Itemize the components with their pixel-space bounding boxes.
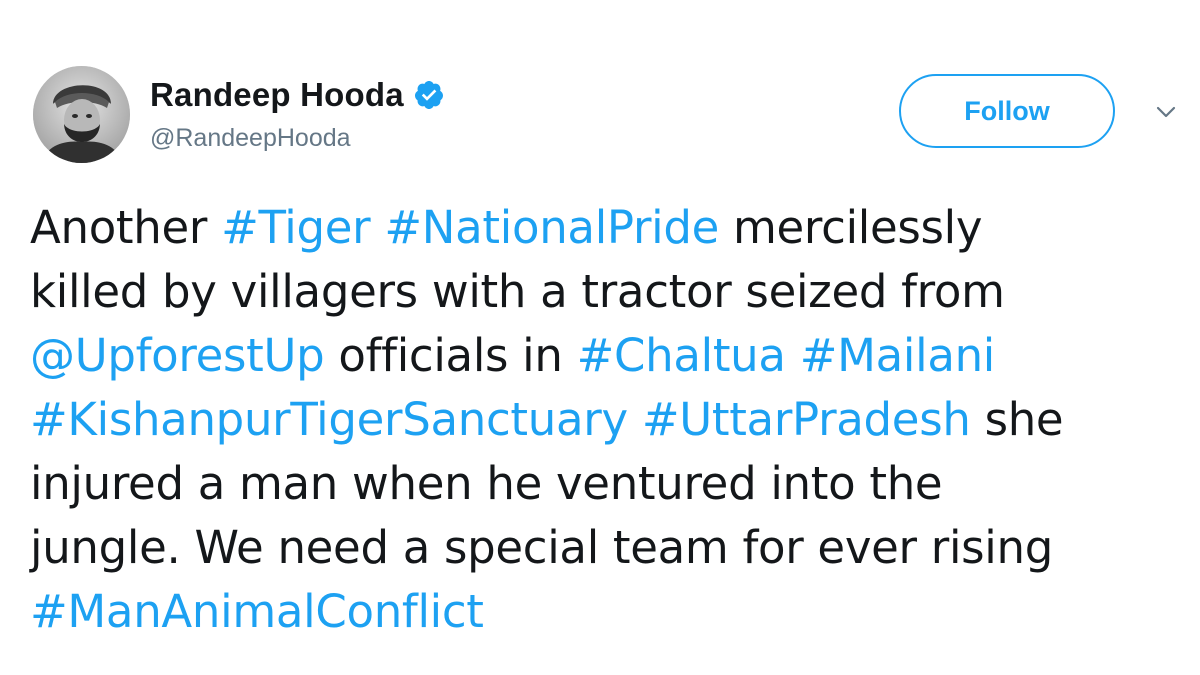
tweet-header: Randeep Hooda @RandeepHooda Follow — [30, 66, 1190, 166]
hashtag-link[interactable]: #Tiger — [221, 201, 371, 254]
tweet-text-segment: mercilessly — [719, 201, 983, 254]
tweet-text-segment: officials in — [324, 329, 577, 382]
tweet-text-segment — [786, 329, 800, 382]
tweet-text-segment — [370, 201, 384, 254]
follow-button[interactable]: Follow — [899, 74, 1115, 148]
hashtag-link[interactable]: #UttarPradesh — [642, 393, 971, 446]
avatar[interactable] — [33, 66, 130, 163]
tweet-text-segment: she — [970, 393, 1064, 446]
tweet-line: @UpforestUp officials in #Chaltua #Maila… — [30, 324, 1180, 388]
tweet-line: injured a man when he ventured into the — [30, 452, 1180, 516]
tweet-line: jungle. We need a special team for ever … — [30, 516, 1180, 580]
hashtag-link[interactable]: #Mailani — [800, 329, 996, 382]
username[interactable]: @RandeepHooda — [150, 124, 445, 153]
tweet-text-segment: killed by villagers with a tractor seize… — [30, 265, 1005, 318]
verified-badge-icon — [413, 79, 445, 111]
tweet-text-segment: Another — [30, 201, 222, 254]
display-name-row: Randeep Hooda — [150, 72, 445, 118]
display-name[interactable]: Randeep Hooda — [150, 76, 404, 114]
profile-photo-icon — [33, 66, 130, 163]
user-block: Randeep Hooda @RandeepHooda — [150, 72, 445, 153]
tweet-line: killed by villagers with a tractor seize… — [30, 260, 1180, 324]
mention-link[interactable]: @UpforestUp — [30, 329, 325, 382]
tweet-line: #KishanpurTigerSanctuary #UttarPradesh s… — [30, 388, 1180, 452]
tweet-text-segment: jungle. We need a special team for ever … — [30, 521, 1053, 574]
tweet-line: Another #Tiger #NationalPride mercilessl… — [30, 196, 1180, 260]
tweet-line: #ManAnimalConflict — [30, 580, 1180, 644]
hashtag-link[interactable]: #NationalPride — [384, 201, 719, 254]
tweet-card: Randeep Hooda @RandeepHooda Follow Anoth… — [0, 0, 1200, 675]
tweet-text-segment — [628, 393, 642, 446]
chevron-down-icon[interactable] — [1150, 96, 1182, 128]
hashtag-link[interactable]: #KishanpurTigerSanctuary — [30, 393, 628, 446]
tweet-text: Another #Tiger #NationalPride mercilessl… — [30, 196, 1180, 644]
hashtag-link[interactable]: #ManAnimalConflict — [30, 585, 484, 638]
tweet-text-segment: injured a man when he ventured into the — [30, 457, 943, 510]
hashtag-link[interactable]: #Chaltua — [577, 329, 786, 382]
